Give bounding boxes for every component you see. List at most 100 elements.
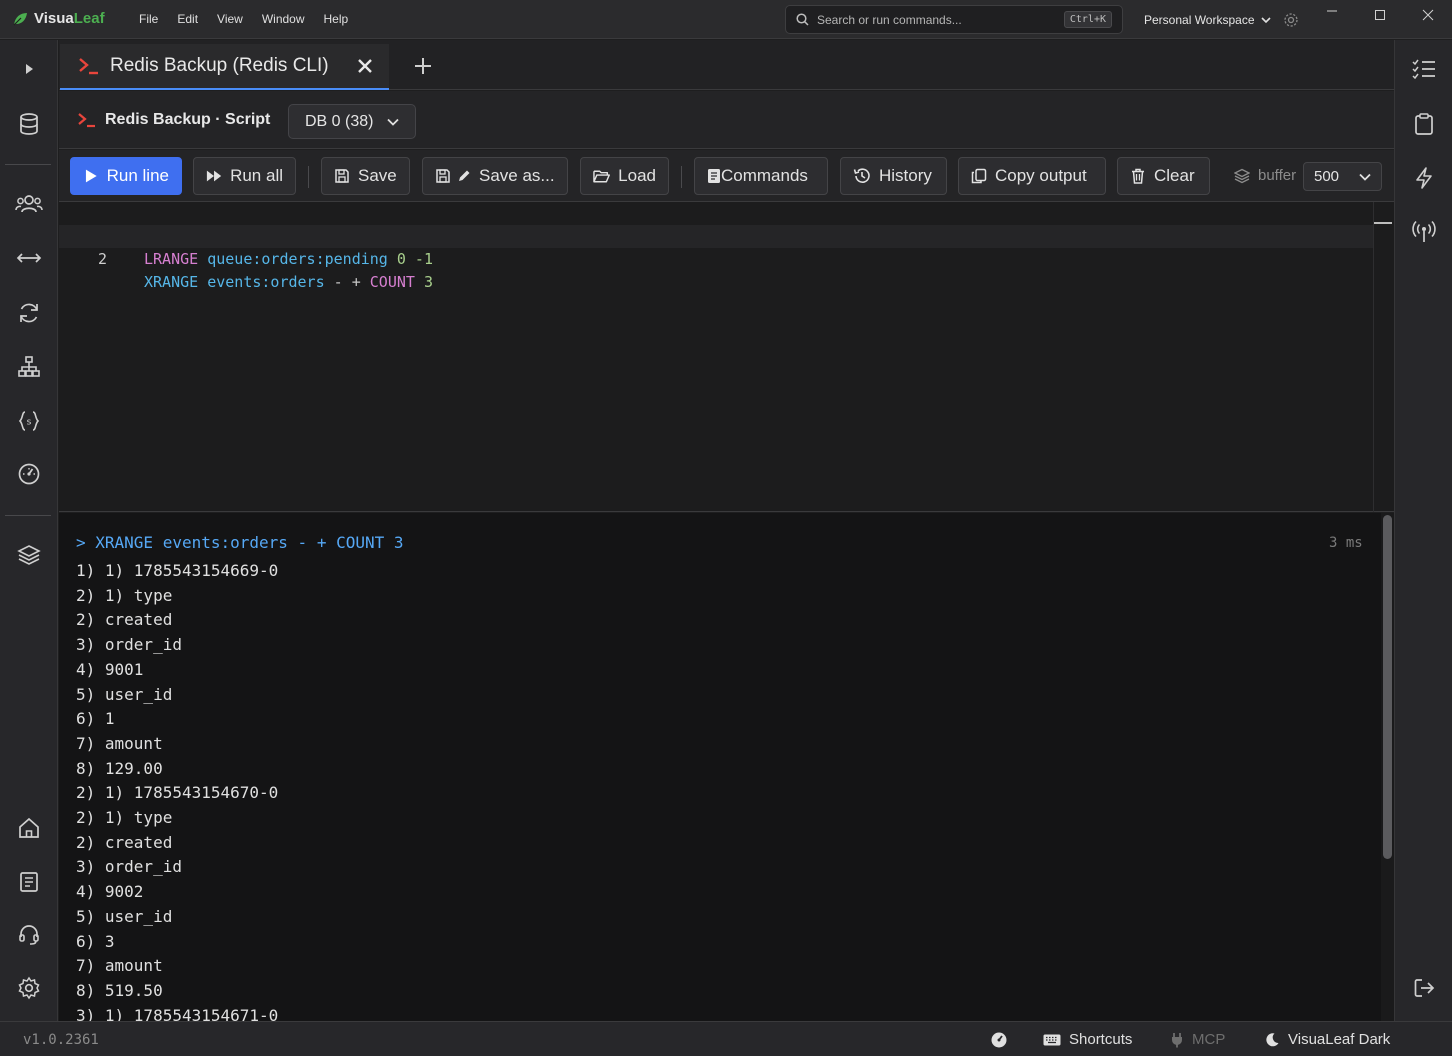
output-line: 4) 9001 [76,659,144,679]
save-as-label: Save as... [479,166,555,185]
mcp-status[interactable]: MCP [1170,1031,1225,1048]
close-window-button[interactable] [1404,0,1452,30]
command-search[interactable]: Search or run commands... Ctrl+K [785,5,1123,34]
clear-button[interactable]: Clear [1117,157,1210,195]
search-shortcut: Ctrl+K [1063,11,1112,28]
output-line: 3) order_id [76,635,182,655]
performance-gauge-icon[interactable] [14,459,44,489]
broadcast-icon[interactable] [1409,217,1439,247]
output-scrollbar-thumb[interactable] [1383,515,1392,859]
transfer-icon[interactable] [14,243,44,273]
buffer-size-select[interactable]: 500 [1303,162,1382,191]
status-bar: v1.0.2361 Shortcuts MCP VisuaLeaf Dark [0,1021,1452,1056]
output-line: 2) created [76,832,173,852]
tab-redis-backup[interactable]: Redis Backup (Redis CLI) [60,44,389,90]
add-tab-button[interactable] [409,52,437,80]
support-headset-icon[interactable] [14,920,44,950]
menu-file[interactable]: File [139,12,158,26]
moon-icon [1266,1032,1279,1046]
copy-output-button[interactable]: Copy output [958,157,1106,195]
expand-sidebar-icon[interactable] [14,54,44,84]
chevron-down-icon [1260,17,1271,24]
menu-view[interactable]: View [217,12,243,26]
load-button[interactable]: Load [580,157,669,195]
output-line: 8) 129.00 [76,758,163,778]
code-command: XRANGE [144,273,199,291]
sidebar-divider [5,164,51,165]
script-title: Redis Backup · Script [77,111,270,129]
trash-icon [1132,168,1144,184]
users-icon[interactable] [14,189,44,219]
app-logo: VisuaLeaf [12,10,105,27]
workspace-label: Personal Workspace [1144,13,1255,27]
fast-forward-icon [206,170,222,182]
settings-gear-icon[interactable] [14,973,44,1003]
save-button[interactable]: Save [321,157,410,195]
maximize-button[interactable] [1356,0,1404,30]
menu-window[interactable]: Window [262,12,305,26]
output-line: 3) order_id [76,857,182,877]
workspace-selector[interactable]: Personal Workspace [1144,12,1299,28]
output-line: 2) 1) type [76,808,173,828]
layers-icon[interactable] [14,540,44,570]
search-icon [796,13,809,26]
output-line: 6) 1 [76,709,115,729]
code-range: 0 -1 [396,250,433,268]
menu-edit[interactable]: Edit [177,12,198,26]
close-tab-icon[interactable] [357,58,373,74]
database-select[interactable]: DB 0 (38) [288,104,416,139]
gear-icon[interactable] [1283,12,1299,28]
run-all-button[interactable]: Run all [193,157,296,195]
layers-icon [1234,168,1250,183]
run-line-label: Run line [106,166,169,185]
output-line: 2) created [76,610,173,630]
output-panel[interactable]: > XRANGE events:orders - + COUNT 3 3 ms … [59,513,1394,1021]
folder-open-icon [593,170,610,183]
speedometer-icon[interactable] [990,1031,1008,1049]
history-button[interactable]: History [840,157,947,195]
code-key: queue:orders:pending [207,250,388,268]
editor-line[interactable]: 1 LRANGE queue:orders:pending 0 -1 [59,202,1373,268]
chevron-down-icon [387,118,399,126]
lightning-icon[interactable] [1409,163,1439,193]
redis-cli-icon [78,113,95,128]
minimize-button[interactable] [1308,0,1356,30]
menu-help[interactable]: Help [324,12,349,26]
shortcuts-label: Shortcuts [1069,1031,1133,1048]
clipboard-icon[interactable] [1409,109,1439,139]
window-controls [1308,0,1452,30]
logout-icon[interactable] [1409,973,1439,1003]
left-sidebar: s [0,40,58,1021]
buffer-size-value: 500 [1314,168,1340,185]
line-number: 2 [97,250,107,268]
output-line: 3) 1) 1785543154671-0 [76,1005,279,1021]
json-script-icon[interactable]: s [14,406,44,436]
save-as-button[interactable]: Save as... [422,157,568,195]
mcp-label: MCP [1192,1031,1226,1048]
task-list-icon[interactable] [1409,54,1439,84]
script-editor[interactable]: 1 LRANGE queue:orders:pending 0 -1 2 XRA… [59,202,1394,512]
output-lines: 1) 1) 1785543154669-0 2) 1) type 2) create… [76,559,278,1021]
docs-book-icon[interactable] [14,867,44,897]
home-icon[interactable] [14,813,44,843]
editor-minimap-indicator[interactable] [1374,222,1392,224]
chevron-down-icon [1359,173,1371,181]
editor-line-current[interactable]: 2 XRANGE events:orders - + COUNT 3 [59,225,1373,291]
play-icon [85,169,97,183]
theme-label: VisuaLeaf Dark [1288,1031,1391,1048]
run-line-button[interactable]: Run line [70,157,182,195]
output-line: 2) 1) 1785543154670-0 [76,783,279,803]
shortcuts-button[interactable]: Shortcuts [1043,1031,1132,1048]
database-icon[interactable] [14,109,44,139]
theme-switcher[interactable]: VisuaLeaf Dark [1264,1031,1390,1048]
commands-button[interactable]: Commands [694,157,828,195]
copy-icon [971,168,987,184]
keyboard-icon [1043,1034,1061,1045]
schema-tree-icon[interactable] [14,352,44,382]
save-icon [335,169,349,183]
leaf-icon [13,12,27,25]
sync-icon[interactable] [14,298,44,328]
buffer-label-text: buffer [1258,167,1297,184]
line-code: XRANGE events:orders - + COUNT 3 [144,271,433,294]
output-scrollbar[interactable] [1381,513,1394,1021]
